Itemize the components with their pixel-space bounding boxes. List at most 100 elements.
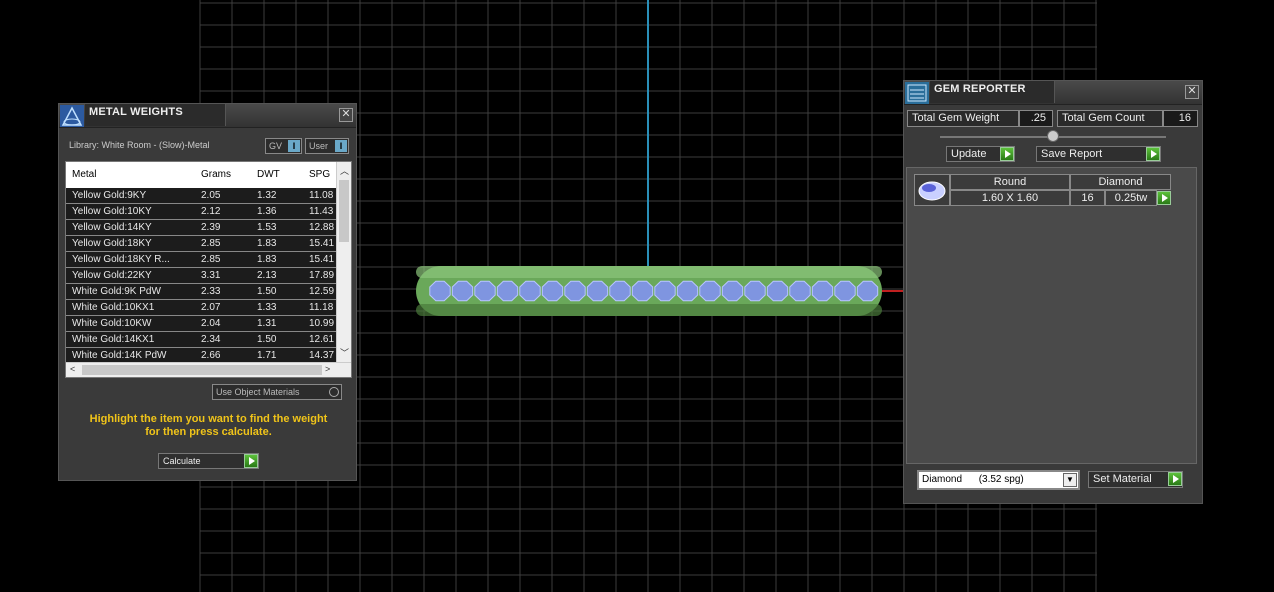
cell-grams: 2.12 xyxy=(201,206,221,217)
gem-thumbnail[interactable] xyxy=(914,174,950,206)
save-report-button[interactable]: Save Report xyxy=(1036,146,1161,162)
cell-metal: Yellow Gold:22KY xyxy=(72,270,152,281)
gem-stone xyxy=(811,280,834,302)
metal-table[interactable]: Metal Grams DWT SPG Yellow Gold:9KY 2.05 1… xyxy=(65,161,352,378)
col-dwt[interactable]: DWT xyxy=(257,169,280,180)
scroll-up-icon[interactable]: ︿ xyxy=(340,164,349,177)
play-arrow-icon xyxy=(1146,147,1160,161)
gem-reporter-title: GEM REPORTER xyxy=(934,83,1026,95)
gem-size: 1.60 X 1.60 xyxy=(950,190,1070,206)
table-row[interactable]: White Gold:9K PdW 2.33 1.50 12.59 xyxy=(66,284,338,300)
cell-spg: 12.59 xyxy=(309,286,335,297)
col-spg[interactable]: SPG xyxy=(309,169,330,180)
cell-metal: White Gold:14K PdW xyxy=(72,350,167,361)
gem-stone xyxy=(856,280,879,302)
gem-stone xyxy=(429,280,451,302)
cell-spg: 12.88 xyxy=(309,222,335,233)
table-row[interactable]: White Gold:10KX1 2.07 1.33 11.18 xyxy=(66,300,338,316)
cell-metal: Yellow Gold:14KY xyxy=(72,222,152,233)
chevron-down-icon[interactable]: ▼ xyxy=(1063,473,1077,487)
cell-grams: 2.33 xyxy=(201,286,221,297)
cell-dwt: 1.71 xyxy=(257,350,277,361)
table-row[interactable]: Yellow Gold:22KY 3.31 2.13 17.89 xyxy=(66,268,338,284)
metal-weights-titlebar[interactable]: METAL WEIGHTS ✕ xyxy=(59,104,356,128)
table-row[interactable]: White Gold:14KX1 2.34 1.50 12.61 xyxy=(66,332,338,348)
gem-list[interactable]: Round Diamond 1.60 X 1.60 16 0.25tw xyxy=(906,167,1197,464)
scroll-right-icon[interactable]: > xyxy=(325,364,330,374)
set-material-button[interactable]: Set Material xyxy=(1088,471,1183,488)
cell-metal: Yellow Gold:18KY xyxy=(72,238,152,249)
cell-dwt: 1.31 xyxy=(257,318,277,329)
cell-metal: White Gold:10KX1 xyxy=(72,302,155,313)
radio-icon xyxy=(329,387,339,397)
cell-dwt: 1.33 xyxy=(257,302,277,313)
gem-reporter-panel: GEM REPORTER ✕ Total Gem Weight .25 Tota… xyxy=(903,80,1203,504)
table-row[interactable]: Yellow Gold:9KY 2.05 1.32 11.08 xyxy=(66,188,338,204)
cell-spg: 11.43 xyxy=(309,206,334,217)
col-metal[interactable]: Metal xyxy=(72,169,96,180)
table-row[interactable]: Yellow Gold:10KY 2.12 1.36 11.43 xyxy=(66,204,338,220)
gem-stone xyxy=(519,280,541,302)
metal-table-rows: Yellow Gold:9KY 2.05 1.32 11.08 Yellow Gold:… xyxy=(66,188,338,364)
cell-metal: White Gold:9K PdW xyxy=(72,286,161,297)
close-icon: ✕ xyxy=(341,108,351,120)
col-grams[interactable]: Grams xyxy=(201,169,231,180)
gv-toggle[interactable]: GV I xyxy=(265,138,302,154)
gem-reporter-close-button[interactable]: ✕ xyxy=(1185,85,1199,99)
calculate-label: Calculate xyxy=(163,456,201,466)
gem-row-arrow-icon[interactable] xyxy=(1157,191,1171,205)
cell-dwt: 1.32 xyxy=(257,190,277,201)
slider-knob-icon[interactable] xyxy=(1047,130,1059,142)
update-label: Update xyxy=(951,148,987,160)
calculate-button[interactable]: Calculate xyxy=(158,453,259,469)
table-row[interactable]: Yellow Gold:18KY R... 2.85 1.83 15.41 xyxy=(66,252,338,268)
metal-weights-title: METAL WEIGHTS xyxy=(89,106,183,118)
cell-metal: Yellow Gold:18KY R... xyxy=(72,254,170,265)
set-material-label: Set Material xyxy=(1093,473,1152,485)
scroll-left-icon[interactable]: < xyxy=(70,364,75,374)
cell-dwt: 1.83 xyxy=(257,238,277,249)
cell-metal: Yellow Gold:9KY xyxy=(72,190,147,201)
metal-weights-close-button[interactable]: ✕ xyxy=(339,108,353,122)
gem-stone xyxy=(654,280,676,302)
table-row[interactable]: Yellow Gold:18KY 2.85 1.83 15.41 xyxy=(66,236,338,252)
gem-reporter-titlebar[interactable]: GEM REPORTER ✕ xyxy=(904,81,1202,105)
save-report-label: Save Report xyxy=(1041,148,1103,160)
gem-stone xyxy=(766,280,789,302)
cell-spg: 10.99 xyxy=(309,318,335,329)
update-button[interactable]: Update xyxy=(946,146,1015,162)
material-select[interactable]: Diamond (3.52 spg) ▼ xyxy=(917,470,1080,490)
total-gem-weight-label: Total Gem Weight xyxy=(907,110,1019,127)
gem-stone xyxy=(744,280,766,302)
gem-stone xyxy=(451,280,474,302)
table-row[interactable]: White Gold:10KW 2.04 1.31 10.99 xyxy=(66,316,338,332)
hscroll-thumb[interactable] xyxy=(82,365,322,375)
play-arrow-icon xyxy=(1000,147,1014,161)
library-label: Library: White Room - (Slow)-Metal xyxy=(69,140,210,150)
cell-spg: 17.89 xyxy=(309,270,335,281)
gv-info-icon: I xyxy=(288,140,300,152)
total-gem-count-value: 16 xyxy=(1163,110,1198,127)
instruction-line-2: for then press calculate. xyxy=(145,426,272,438)
gem-stone xyxy=(564,280,586,302)
metal-table-vscroll[interactable]: ︿ ﹀ xyxy=(336,162,351,362)
cell-spg: 12.61 xyxy=(309,334,335,345)
metal-weights-panel: METAL WEIGHTS ✕ Library: White Room - (S… xyxy=(58,103,357,481)
round-gem-icon xyxy=(918,181,946,201)
use-object-materials-toggle[interactable]: Use Object Materials xyxy=(212,384,342,400)
cell-grams: 2.07 xyxy=(201,302,221,313)
ring-model[interactable] xyxy=(416,266,882,316)
metal-table-hscroll[interactable]: < > xyxy=(66,362,351,377)
total-gem-count-label: Total Gem Count xyxy=(1057,110,1163,127)
user-toggle[interactable]: User I xyxy=(305,138,349,154)
table-row[interactable]: Yellow Gold:14KY 2.39 1.53 12.88 xyxy=(66,220,338,236)
metal-table-header: Metal Grams DWT SPG xyxy=(66,162,338,187)
cell-grams: 2.04 xyxy=(201,318,221,329)
vscroll-thumb[interactable] xyxy=(339,180,349,242)
cell-dwt: 1.83 xyxy=(257,254,277,265)
scroll-down-icon[interactable]: ﹀ xyxy=(340,346,349,359)
gv-label: GV xyxy=(269,141,283,151)
user-label: User xyxy=(309,141,329,151)
gem-stone xyxy=(496,280,519,302)
cell-metal: White Gold:14KX1 xyxy=(72,334,155,345)
